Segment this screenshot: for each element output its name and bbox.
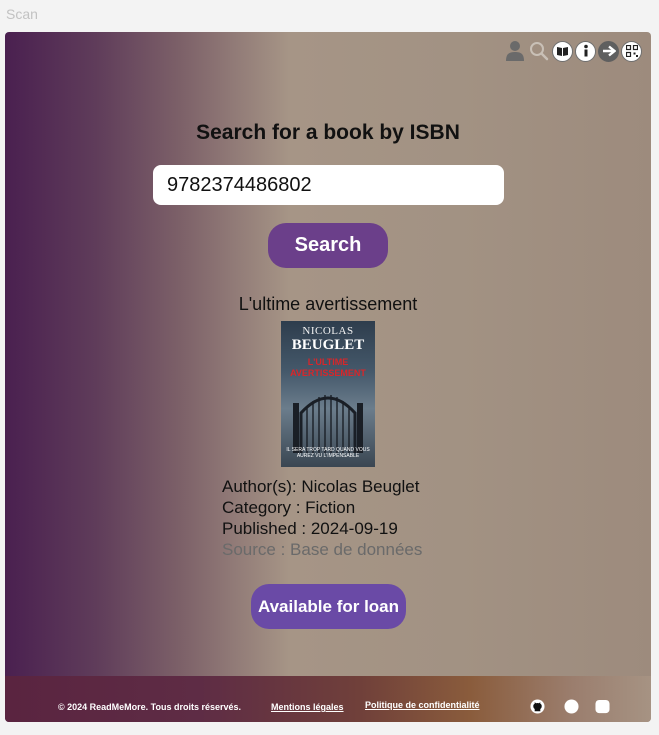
search-heading: Search for a book by ISBN: [196, 121, 460, 144]
main-panel: Search for a book by ISBN Search L'ultim…: [5, 32, 651, 722]
isbn-input[interactable]: [153, 165, 504, 205]
message-icon[interactable]: [594, 698, 610, 714]
top-toolbar: [504, 40, 642, 62]
book-authors: Author(s): Nicolas Beuglet: [222, 477, 420, 496]
book-published: Published : 2024-09-19: [222, 519, 398, 538]
book-title: L'ultime avertissement: [238, 294, 418, 314]
info-icon[interactable]: [575, 40, 596, 62]
search-button[interactable]: Search: [268, 223, 388, 268]
window-title: Scan: [6, 6, 38, 22]
book-icon[interactable]: [552, 40, 573, 62]
book-details: Author(s): Nicolas Beuglet Category : Fi…: [222, 476, 422, 560]
circle-icon[interactable]: [563, 698, 579, 714]
arrow-right-icon[interactable]: [598, 40, 619, 62]
search-icon[interactable]: [528, 40, 550, 62]
available-for-loan-button[interactable]: Available for loan: [251, 584, 406, 629]
privacy-policy-link[interactable]: Politique de confidentialité: [365, 700, 480, 710]
cover-author-last: BEUGLET: [291, 337, 365, 353]
footer: © 2024 ReadMeMore. Tous droits réservés.…: [5, 676, 651, 722]
book-source: Source : Base de données: [222, 540, 423, 559]
qr-code-icon[interactable]: [621, 40, 642, 62]
cover-gate-illustration: [293, 395, 363, 453]
book-category: Category : Fiction: [222, 498, 356, 517]
cover-title: L'ULTIME AVERTISSEMENT: [290, 357, 366, 378]
cover-author-first: NICOLAS: [302, 325, 354, 337]
user-icon[interactable]: [504, 40, 526, 62]
legal-notice-link[interactable]: Mentions légales: [271, 702, 344, 712]
github-icon[interactable]: [529, 698, 545, 714]
footer-copyright: © 2024 ReadMeMore. Tous droits réservés.: [58, 702, 242, 712]
cover-tagline: IL SERA TROP TARD QUAND VOUS AUREZ VU L'…: [286, 447, 370, 459]
book-cover-image: NICOLAS BEUGLET L'ULTIME AVERTISSEMENT I…: [281, 321, 375, 467]
